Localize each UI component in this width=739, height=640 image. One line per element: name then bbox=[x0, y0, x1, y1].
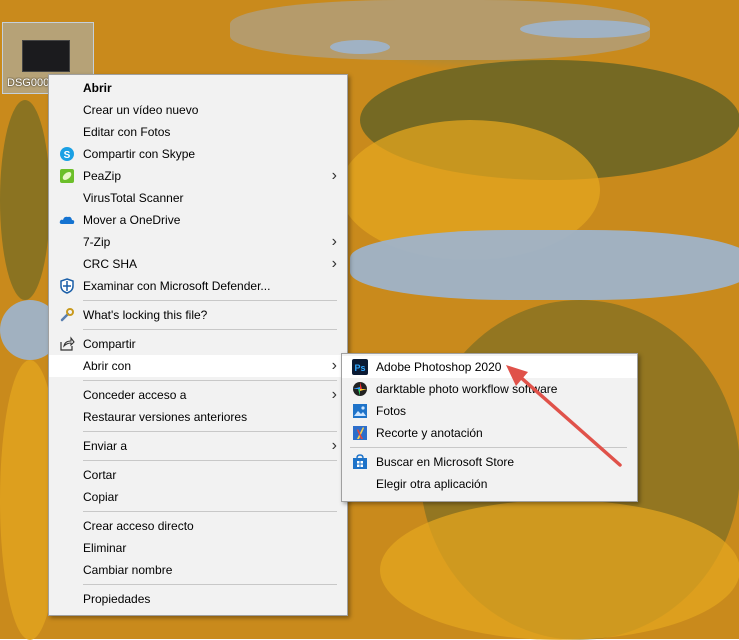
store-icon bbox=[353, 454, 367, 469]
menu-item-peazip[interactable]: PeaZip › bbox=[49, 165, 347, 187]
chevron-right-icon: › bbox=[331, 437, 337, 454]
skype-icon: S bbox=[60, 147, 74, 161]
submenu-item-fotos[interactable]: Fotos bbox=[342, 400, 637, 422]
submenu-item-photoshop[interactable]: Ps Adobe Photoshop 2020 bbox=[342, 356, 637, 378]
chevron-right-icon: › bbox=[331, 386, 337, 403]
menu-item-restaurar[interactable]: Restaurar versiones anteriores bbox=[49, 406, 347, 428]
menu-item-7zip[interactable]: 7-Zip › bbox=[49, 231, 347, 253]
peazip-icon bbox=[60, 169, 74, 183]
chevron-right-icon: › bbox=[331, 357, 337, 374]
menu-item-editar-fotos[interactable]: Editar con Fotos bbox=[49, 121, 347, 143]
submenu-item-recorte[interactable]: Recorte y anotación bbox=[342, 422, 637, 444]
photoshop-icon: Ps bbox=[352, 359, 368, 375]
menu-item-propiedades[interactable]: Propiedades bbox=[49, 588, 347, 610]
menu-separator bbox=[83, 300, 337, 301]
open-with-submenu: Ps Adobe Photoshop 2020 darktable photo … bbox=[341, 353, 638, 502]
svg-text:Ps: Ps bbox=[354, 363, 365, 373]
svg-text:S: S bbox=[64, 150, 71, 161]
menu-separator bbox=[83, 380, 337, 381]
submenu-item-darktable[interactable]: darktable photo workflow software bbox=[342, 378, 637, 400]
menu-item-whats-locking[interactable]: What's locking this file? bbox=[49, 304, 347, 326]
menu-item-abrir[interactable]: Abrir bbox=[49, 77, 347, 99]
menu-item-conceder-acceso[interactable]: Conceder acceso a › bbox=[49, 384, 347, 406]
file-label: DSG0005 bbox=[7, 77, 51, 89]
darktable-icon bbox=[353, 382, 367, 396]
menu-separator bbox=[83, 511, 337, 512]
snip-sketch-icon bbox=[353, 426, 367, 440]
menu-item-eliminar[interactable]: Eliminar bbox=[49, 537, 347, 559]
menu-item-crc-sha[interactable]: CRC SHA › bbox=[49, 253, 347, 275]
menu-item-cortar[interactable]: Cortar bbox=[49, 464, 347, 486]
menu-item-crear-acceso[interactable]: Crear acceso directo bbox=[49, 515, 347, 537]
chevron-right-icon: › bbox=[331, 233, 337, 250]
menu-item-crear-video[interactable]: Crear un vídeo nuevo bbox=[49, 99, 347, 121]
menu-item-virustotal[interactable]: VirusTotal Scanner bbox=[49, 187, 347, 209]
chevron-right-icon: › bbox=[331, 167, 337, 184]
file-thumbnail bbox=[23, 41, 69, 71]
menu-item-copiar[interactable]: Copiar bbox=[49, 486, 347, 508]
menu-item-compartir[interactable]: Compartir bbox=[49, 333, 347, 355]
chevron-right-icon: › bbox=[331, 255, 337, 272]
menu-item-defender[interactable]: Examinar con Microsoft Defender... bbox=[49, 275, 347, 297]
menu-separator bbox=[83, 431, 337, 432]
submenu-item-elegir-otra[interactable]: Elegir otra aplicación bbox=[342, 473, 637, 495]
menu-separator bbox=[83, 584, 337, 585]
menu-item-abrir-con[interactable]: Abrir con › bbox=[49, 355, 347, 377]
menu-item-skype[interactable]: S Compartir con Skype bbox=[49, 143, 347, 165]
menu-item-cambiar-nombre[interactable]: Cambiar nombre bbox=[49, 559, 347, 581]
photos-icon bbox=[353, 404, 367, 418]
menu-item-onedrive[interactable]: Mover a OneDrive bbox=[49, 209, 347, 231]
share-icon bbox=[60, 336, 75, 351]
context-menu: Abrir Crear un vídeo nuevo Editar con Fo… bbox=[48, 74, 348, 616]
menu-separator bbox=[83, 329, 337, 330]
menu-item-enviar-a[interactable]: Enviar a › bbox=[49, 435, 347, 457]
submenu-item-store[interactable]: Buscar en Microsoft Store bbox=[342, 451, 637, 473]
onedrive-icon bbox=[59, 216, 75, 224]
menu-separator bbox=[83, 460, 337, 461]
wrench-icon bbox=[60, 308, 74, 322]
defender-icon bbox=[60, 278, 74, 294]
menu-separator bbox=[350, 447, 627, 448]
